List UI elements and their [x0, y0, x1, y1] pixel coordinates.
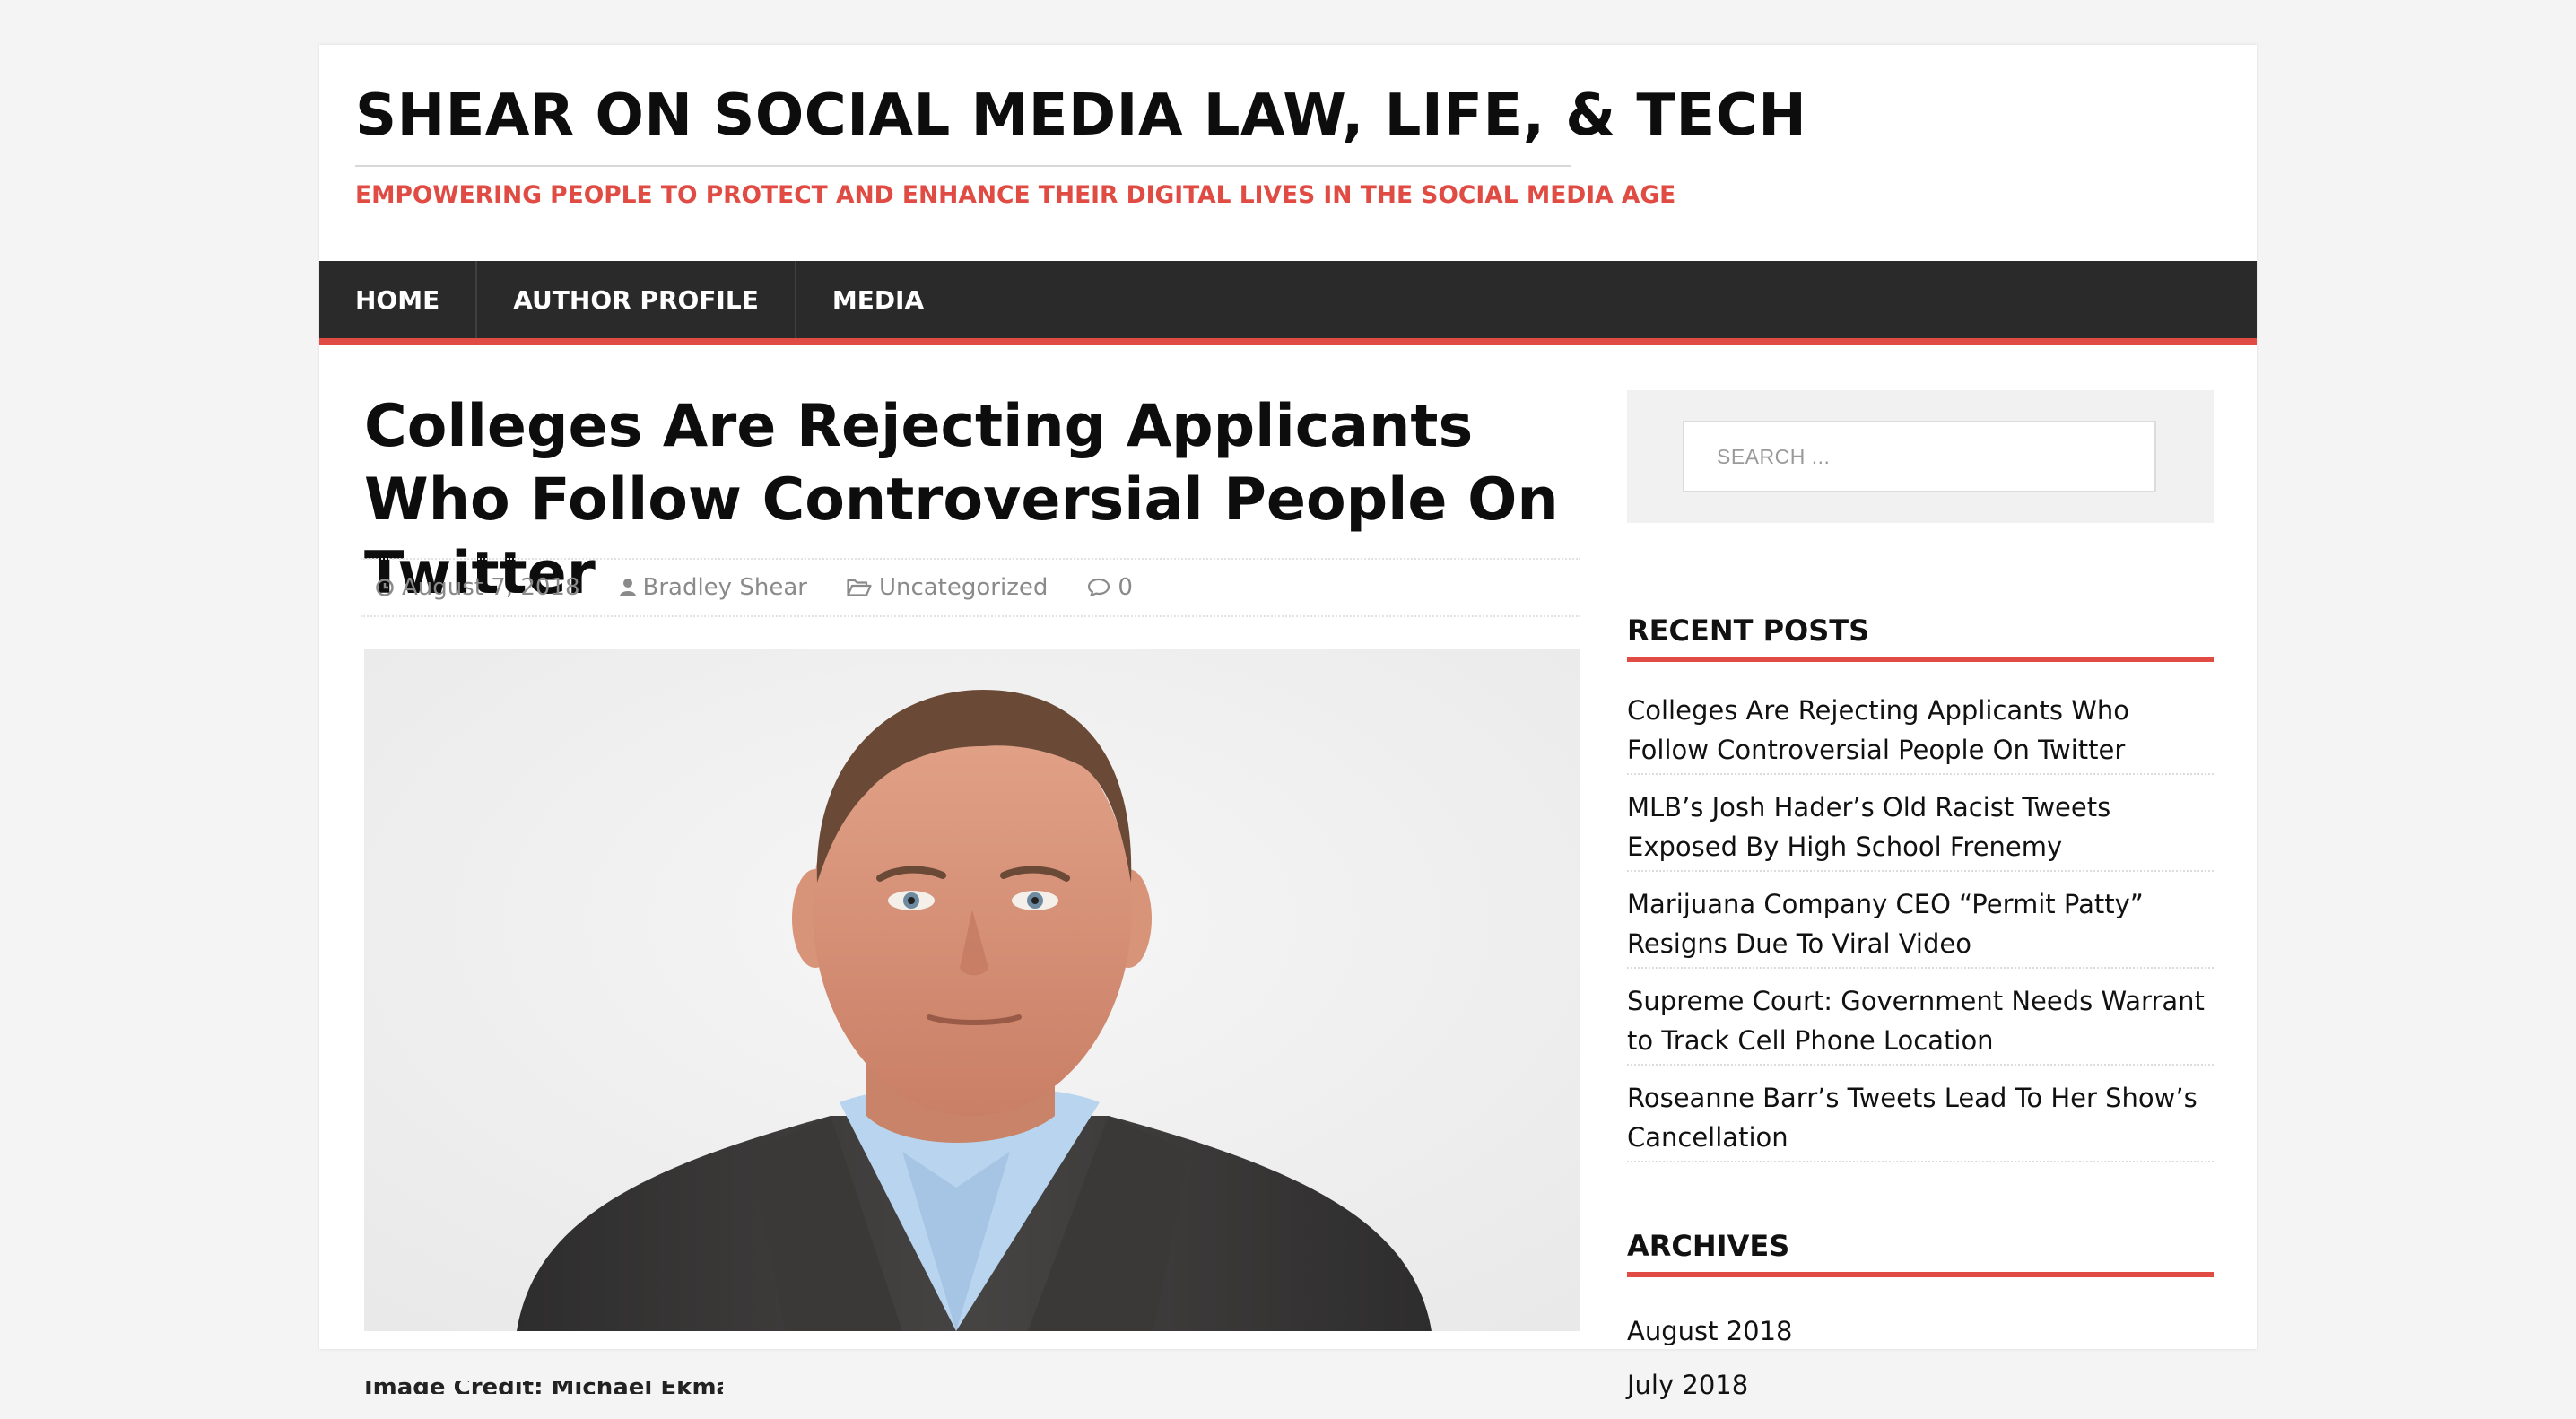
recent-posts-title: RECENT POSTS: [1627, 614, 2214, 662]
image-caption: Image Credit: Michael Ekman: [364, 1381, 723, 1394]
meta-author-text[interactable]: Bradley Shear: [643, 574, 807, 601]
main-navigation: HOME AUTHOR PROFILE MEDIA: [319, 261, 2257, 345]
user-icon: [619, 578, 636, 597]
archive-item[interactable]: July 2018: [1627, 1365, 2214, 1419]
site-title[interactable]: SHEAR ON SOCIAL MEDIA LAW, LIFE, & TECH: [355, 83, 1806, 149]
archives-list: August 2018 July 2018: [1627, 1311, 2214, 1419]
meta-comments[interactable]: 0: [1087, 574, 1133, 601]
recent-posts-list: Colleges Are Rejecting Applicants Who Fo…: [1627, 678, 2214, 1162]
page-container: SHEAR ON SOCIAL MEDIA LAW, LIFE, & TECH …: [319, 45, 2257, 1400]
featured-image: [364, 649, 1580, 1331]
meta-author[interactable]: Bradley Shear: [619, 574, 807, 601]
recent-post-item[interactable]: Roseanne Barr’s Tweets Lead To Her Show’…: [1627, 1066, 2214, 1162]
clock-icon: [375, 578, 395, 597]
folder-icon: [847, 579, 872, 596]
meta-category[interactable]: Uncategorized: [847, 574, 1048, 601]
image-caption-text: Image Credit: Michael Ekman: [364, 1381, 723, 1394]
meta-date-text: August 7, 2018: [402, 574, 580, 601]
nav-item-home[interactable]: HOME: [319, 261, 478, 338]
recent-post-item[interactable]: Supreme Court: Government Needs Warrant …: [1627, 969, 2214, 1066]
meta-comments-count[interactable]: 0: [1118, 574, 1133, 601]
archives-title: ARCHIVES: [1627, 1229, 2214, 1277]
recent-post-item[interactable]: Colleges Are Rejecting Applicants Who Fo…: [1627, 678, 2214, 775]
title-divider: [355, 165, 1571, 167]
recent-post-item[interactable]: MLB’s Josh Hader’s Old Racist Tweets Exp…: [1627, 775, 2214, 872]
recent-post-item[interactable]: Marijuana Company CEO “Permit Patty” Res…: [1627, 872, 2214, 969]
nav-item-media[interactable]: MEDIA: [796, 261, 960, 338]
archive-item[interactable]: August 2018: [1627, 1311, 2214, 1365]
search-widget: [1627, 390, 2214, 523]
article-meta: August 7, 2018 Bradley Shear Uncategoriz…: [361, 558, 1580, 617]
meta-category-text[interactable]: Uncategorized: [879, 574, 1048, 601]
site-tagline: EMPOWERING PEOPLE TO PROTECT AND ENHANCE…: [355, 181, 1676, 209]
meta-date: August 7, 2018: [375, 574, 580, 601]
comment-icon: [1087, 578, 1110, 597]
nav-item-author-profile[interactable]: AUTHOR PROFILE: [477, 261, 796, 338]
search-input[interactable]: [1683, 421, 2156, 492]
